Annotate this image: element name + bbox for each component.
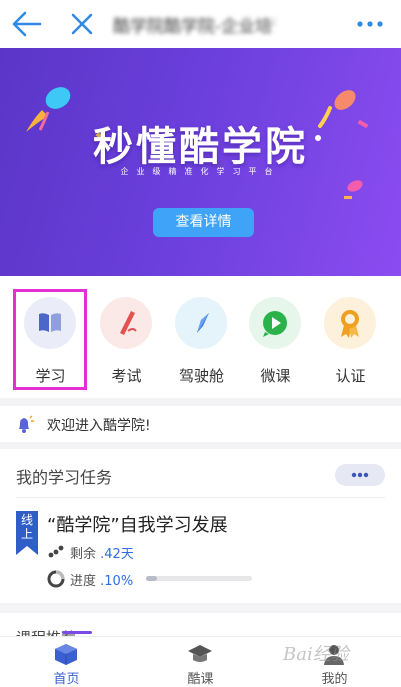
- progress-label: 进度: [70, 574, 97, 589]
- learning-task-card: 我的学习任务 线上 “酷学院”自我学习发展 剩余 .42天 进度 .10%: [0, 449, 401, 603]
- bell-icon: [19, 415, 34, 433]
- quick-item-label: 认证: [335, 367, 366, 385]
- pen-icon: [120, 311, 137, 335]
- selection-highlight: [13, 289, 87, 390]
- more-options-icon[interactable]: [350, 8, 390, 40]
- page-title: 酷学院酷学院-企业培训平台: [113, 17, 275, 36]
- banner-title: 秒懂酷学院: [93, 124, 308, 170]
- banner-subtitle: 企业级精准化学习平台: [120, 167, 281, 176]
- remaining-time-icon: [48, 545, 64, 558]
- medal-icon: [341, 310, 359, 338]
- progress-bar: [146, 576, 252, 581]
- progress-text: 进度 .10%: [70, 570, 133, 589]
- quick-item-exam[interactable]: 考试: [89, 276, 164, 398]
- remaining-label: 剩余: [70, 547, 97, 562]
- graduation-cap-icon: [188, 645, 212, 662]
- notice-text: 欢迎进入酷学院!: [47, 418, 151, 434]
- sparkle-decoration-icon: [344, 180, 363, 199]
- quick-item-label: 微课: [260, 367, 291, 385]
- tag-notch: [16, 546, 38, 555]
- section-title: 我的学习任务: [16, 468, 113, 487]
- notice-bar: 欢迎进入酷学院!: [0, 406, 401, 442]
- quick-item-label: 驾驶舱: [178, 367, 224, 385]
- quick-entries: 学习 考试 驾驶舱 微课 认证: [0, 276, 401, 398]
- quick-item-microcourse[interactable]: 微课: [238, 276, 313, 398]
- quick-icon-bg: [100, 297, 152, 349]
- quick-item-label: 考试: [111, 367, 142, 385]
- nav-label: 我的: [321, 672, 348, 687]
- section-underline: [62, 631, 92, 634]
- nav-label: 酷课: [187, 672, 214, 687]
- progress-bar-fill: [146, 576, 157, 581]
- nav-label: 首页: [53, 672, 80, 687]
- back-arrow-icon[interactable]: [10, 8, 44, 40]
- view-details-button[interactable]: 查看详情: [153, 208, 254, 237]
- progress-value: .10%: [100, 574, 134, 589]
- home-cube-icon: [55, 644, 77, 665]
- watermark: Bai经验: [283, 644, 349, 665]
- more-tasks-button[interactable]: [335, 464, 385, 486]
- promo-banner[interactable]: 秒懂酷学院 企业级精准化学习平台 查看详情: [0, 48, 401, 276]
- quick-icon-bg: [175, 297, 227, 349]
- quick-item-cockpit[interactable]: 驾驶舱: [164, 276, 239, 398]
- nav-courses[interactable]: 酷课: [134, 637, 267, 687]
- quick-item-certification[interactable]: 认证: [313, 276, 388, 398]
- compass-icon: [197, 313, 209, 333]
- quick-icon-bg: [249, 297, 301, 349]
- divider: [16, 497, 385, 498]
- quick-icon-bg: [324, 297, 376, 349]
- course-title[interactable]: “酷学院”自我学习发展: [47, 511, 228, 537]
- remaining-value: .42天: [100, 547, 134, 562]
- nav-home[interactable]: 首页: [0, 637, 133, 687]
- top-bar: 酷学院酷学院-企业培训平台: [0, 0, 401, 48]
- remaining-time: 剩余 .42天: [70, 543, 134, 562]
- close-icon[interactable]: [66, 8, 98, 40]
- play-icon: [263, 311, 287, 337]
- progress-pie-icon: [47, 570, 65, 588]
